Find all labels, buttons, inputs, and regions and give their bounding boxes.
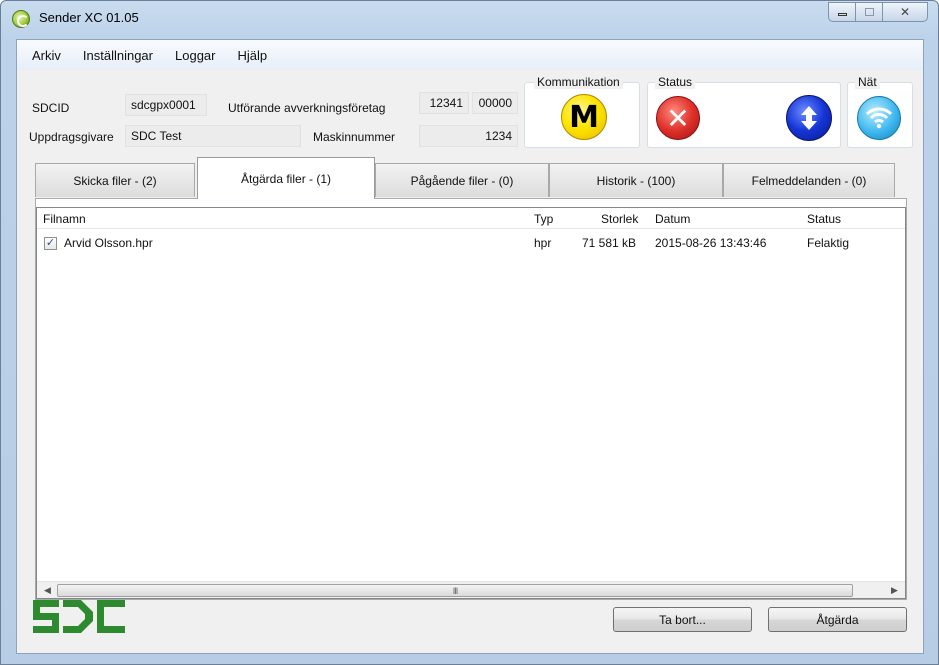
kommunikation-title: Kommunikation <box>534 75 623 89</box>
scroll-left-icon[interactable]: ◀ <box>39 582 56 599</box>
wifi-glyph <box>865 107 893 129</box>
cell-filnamn: Arvid Olsson.hpr <box>64 236 153 250</box>
scroll-right-icon[interactable]: ▶ <box>886 582 903 599</box>
up-down-arrows-glyph <box>801 106 817 130</box>
menu-hjalp[interactable]: Hjälp <box>234 48 278 63</box>
row-checkbox[interactable]: ✓ <box>44 237 57 250</box>
sdc-logo-icon <box>33 600 125 633</box>
maskinnummer-label: Maskinnummer <box>313 130 396 144</box>
col-typ[interactable]: Typ <box>534 212 553 226</box>
table-row[interactable]: ✓ Arvid Olsson.hpr hpr 71 581 kB 2015-08… <box>37 232 905 254</box>
col-datum[interactable]: Datum <box>655 212 690 226</box>
error-icon: ✕ <box>656 96 700 140</box>
sdc-logo <box>33 598 127 639</box>
utforande-label: Utförande avverkningsföretag <box>228 101 386 115</box>
kommunikation-m-icon: M <box>561 94 607 140</box>
minimize-button[interactable] <box>828 2 856 22</box>
kommunikation-group: Kommunikation M <box>524 75 640 148</box>
tab-pagaende-filer[interactable]: Pågående filer - (0) <box>375 163 549 197</box>
scroll-grip: III <box>452 585 458 596</box>
status-group: Status ✕ <box>647 75 841 148</box>
tab-atgarda-filer[interactable]: Åtgärda filer - (1) <box>197 157 375 199</box>
close-button[interactable]: ✕ <box>882 2 928 22</box>
utforande-field-2: 00000 <box>472 92 518 114</box>
main-window: Sender XC 01.05 ✕ Arkiv Inställningar Lo… <box>0 0 939 665</box>
cell-status: Felaktig <box>807 236 850 250</box>
utforande-field-1: 12341 <box>419 92 469 114</box>
menu-arkiv[interactable]: Arkiv <box>29 48 72 63</box>
maximize-button[interactable] <box>855 2 883 22</box>
uppdragsgivare-label: Uppdragsgivare <box>29 130 114 144</box>
atgarda-button[interactable]: Åtgärda <box>768 607 907 632</box>
list-header: Filnamn Typ Storlek Datum Status <box>37 208 905 229</box>
horizontal-scrollbar[interactable]: ◀ III ▶ <box>37 581 905 598</box>
tab-panel: Filnamn Typ Storlek Datum Status ✓ Arvid… <box>35 198 907 600</box>
close-icon: ✕ <box>899 5 911 19</box>
up-down-arrows-icon <box>786 95 832 141</box>
maximize-icon <box>864 8 874 16</box>
file-list[interactable]: Filnamn Typ Storlek Datum Status ✓ Arvid… <box>36 207 906 599</box>
status-title: Status <box>655 75 696 89</box>
cell-typ: hpr <box>534 236 552 250</box>
nat-group: Nät <box>847 75 913 148</box>
col-filnamn[interactable]: Filnamn <box>43 212 86 226</box>
minimize-icon <box>837 13 847 16</box>
maskinnummer-field: 1234 <box>419 125 518 147</box>
window-controls: ✕ <box>828 2 928 22</box>
sdcid-field: sdcgpx0001 <box>125 94 207 116</box>
col-status[interactable]: Status <box>807 212 841 226</box>
client-area: Arkiv Inställningar Loggar Hjälp SDCID s… <box>16 39 924 654</box>
m-glyph: M <box>569 99 599 135</box>
app-icon <box>12 10 30 28</box>
uppdragsgivare-field: SDC Test <box>125 125 301 147</box>
window-title: Sender XC 01.05 <box>39 10 139 25</box>
cell-storlek: 71 581 kB <box>582 236 637 250</box>
wifi-icon <box>857 96 901 140</box>
menu-bar: Arkiv Inställningar Loggar Hjälp <box>17 40 923 70</box>
tab-felmeddelanden[interactable]: Felmeddelanden - (0) <box>723 163 895 197</box>
col-storlek[interactable]: Storlek <box>601 212 638 226</box>
nat-title: Nät <box>855 75 880 89</box>
tab-strip: Skicka filer - (2) Åtgärda filer - (1) P… <box>35 157 907 199</box>
tab-skicka-filer[interactable]: Skicka filer - (2) <box>35 163 195 197</box>
checkmark-icon: ✓ <box>45 237 56 249</box>
sdcid-label: SDCID <box>32 101 70 115</box>
menu-loggar[interactable]: Loggar <box>172 48 226 63</box>
tab-historik[interactable]: Historik - (100) <box>549 163 723 197</box>
scroll-thumb[interactable]: III <box>57 584 853 597</box>
title-bar[interactable]: Sender XC 01.05 ✕ <box>1 1 938 35</box>
cell-datum: 2015-08-26 13:43:46 <box>655 236 767 250</box>
ta-bort-button[interactable]: Ta bort... <box>613 607 752 632</box>
menu-installningar[interactable]: Inställningar <box>80 48 164 63</box>
